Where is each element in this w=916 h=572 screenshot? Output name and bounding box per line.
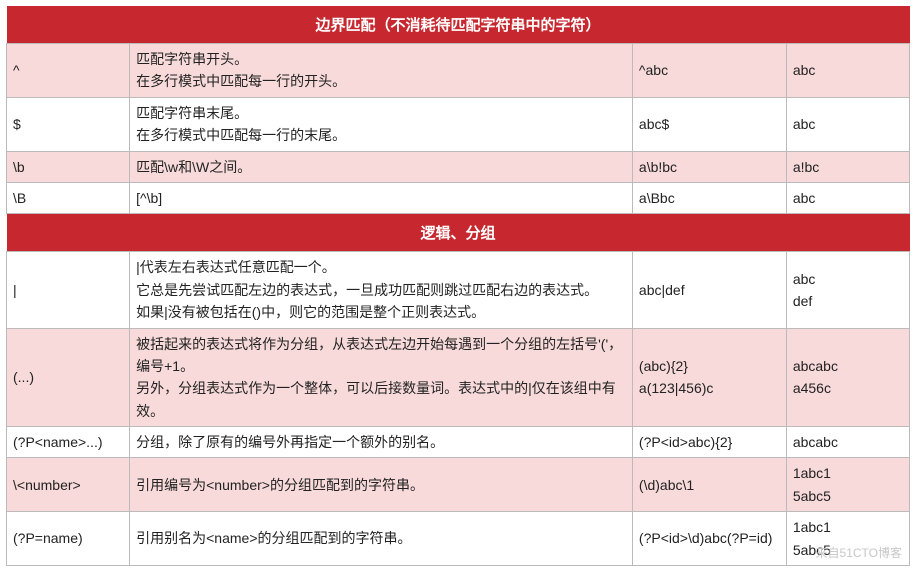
- symbol-cell: $: [7, 97, 130, 151]
- example-cell: abc$: [632, 97, 786, 151]
- match-cell: abc: [786, 97, 909, 151]
- description-cell: 引用别名为<name>的分组匹配到的字符串。: [130, 512, 633, 566]
- match-cell: 1abc15abc5: [786, 512, 909, 566]
- example-cell: (?P<id>\d)abc(?P=id): [632, 512, 786, 566]
- description-cell: 引用编号为<number>的分组匹配到的字符串。: [130, 458, 633, 512]
- symbol-cell: (?P=name): [7, 512, 130, 566]
- symbol-cell: \b: [7, 151, 130, 182]
- section-header-row: 逻辑、分组: [7, 214, 910, 252]
- match-cell: abcabca456c: [786, 328, 909, 427]
- table-row: \<number>引用编号为<number>的分组匹配到的字符串。(\d)abc…: [7, 458, 910, 512]
- description-cell: 匹配\w和\W之间。: [130, 151, 633, 182]
- reference-table: 逻辑、分组||代表左右表达式任意匹配一个。它总是先尝试匹配左边的表达式，一旦成功…: [6, 214, 910, 566]
- match-cell: 1abc15abc5: [786, 458, 909, 512]
- description-cell: |代表左右表达式任意匹配一个。它总是先尝试匹配左边的表达式，一旦成功匹配则跳过匹…: [130, 252, 633, 328]
- example-cell: a\b!bc: [632, 151, 786, 182]
- description-cell: 匹配字符串末尾。在多行模式中匹配每一行的末尾。: [130, 97, 633, 151]
- description-cell: 匹配字符串开头。在多行模式中匹配每一行的开头。: [130, 44, 633, 98]
- description-cell: 分组，除了原有的编号外再指定一个额外的别名。: [130, 427, 633, 458]
- section-header-row: 边界匹配（不消耗待匹配字符串中的字符）: [7, 6, 910, 44]
- table-row: ||代表左右表达式任意匹配一个。它总是先尝试匹配左边的表达式，一旦成功匹配则跳过…: [7, 252, 910, 328]
- example-cell: abc|def: [632, 252, 786, 328]
- example-cell: (?P<id>abc){2}: [632, 427, 786, 458]
- table-row: (?P<name>...)分组，除了原有的编号外再指定一个额外的别名。(?P<i…: [7, 427, 910, 458]
- match-cell: abcdef: [786, 252, 909, 328]
- table-row: $匹配字符串末尾。在多行模式中匹配每一行的末尾。abc$abc: [7, 97, 910, 151]
- match-cell: abcabc: [786, 427, 909, 458]
- table-row: \b匹配\w和\W之间。a\b!bca!bc: [7, 151, 910, 182]
- reference-table: 边界匹配（不消耗待匹配字符串中的字符）^匹配字符串开头。在多行模式中匹配每一行的…: [6, 6, 910, 214]
- section-header: 边界匹配（不消耗待匹配字符串中的字符）: [7, 6, 910, 44]
- description-cell: 被括起来的表达式将作为分组，从表达式左边开始每遇到一个分组的左括号'('，编号+…: [130, 328, 633, 427]
- description-cell: [^\b]: [130, 182, 633, 213]
- symbol-cell: |: [7, 252, 130, 328]
- symbol-cell: ^: [7, 44, 130, 98]
- symbol-cell: (?P<name>...): [7, 427, 130, 458]
- table-row: (...)被括起来的表达式将作为分组，从表达式左边开始每遇到一个分组的左括号'(…: [7, 328, 910, 427]
- symbol-cell: \<number>: [7, 458, 130, 512]
- symbol-cell: \B: [7, 182, 130, 213]
- match-cell: abc: [786, 44, 909, 98]
- example-cell: ^abc: [632, 44, 786, 98]
- match-cell: a!bc: [786, 151, 909, 182]
- table-row: (?P=name)引用别名为<name>的分组匹配到的字符串。(?P<id>\d…: [7, 512, 910, 566]
- example-cell: (abc){2}a(123|456)c: [632, 328, 786, 427]
- symbol-cell: (...): [7, 328, 130, 427]
- example-cell: (\d)abc\1: [632, 458, 786, 512]
- table-row: ^匹配字符串开头。在多行模式中匹配每一行的开头。^abcabc: [7, 44, 910, 98]
- match-cell: abc: [786, 182, 909, 213]
- section-header: 逻辑、分组: [7, 214, 910, 252]
- example-cell: a\Bbc: [632, 182, 786, 213]
- table-row: \B[^\b]a\Bbcabc: [7, 182, 910, 213]
